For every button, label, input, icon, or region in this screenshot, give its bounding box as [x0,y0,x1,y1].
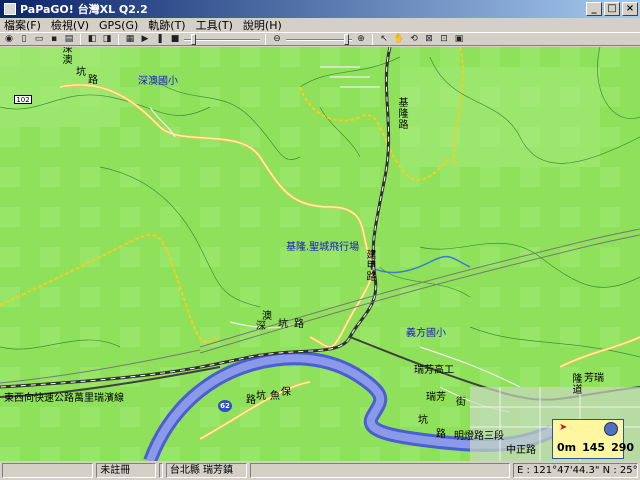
map-label: 坑 [418,415,428,426]
zoom-out-icon[interactable]: ⊖ [271,34,283,45]
route-number-tag: 102 [14,95,32,104]
map-label: 義方國小 [406,328,446,339]
map-label: 基隆路 [396,97,407,130]
play-icon[interactable]: ▶ [139,34,151,45]
pause-icon[interactable]: ❚ [154,34,166,45]
measure-icon[interactable]: ⊠ [423,34,435,45]
maximize-button[interactable]: □ [604,2,620,16]
print-icon[interactable]: ▤ [63,34,75,45]
map-label: 路 [246,395,256,406]
map-label: 魚 [270,391,280,402]
undo-icon[interactable]: ◧ [86,34,98,45]
map-label: 芳瑞 [584,373,604,384]
status-cell [158,463,163,478]
toolbar-separator [80,33,81,45]
heading-value: 290 [611,441,635,454]
scale-panel[interactable]: ➤ 0m 145 290 [552,419,634,459]
menu-file[interactable]: 檔案(F) [4,17,41,33]
status-cell [2,463,94,478]
redo-icon[interactable]: ◨ [101,34,113,45]
menu-track[interactable]: 軌跡(T) [148,17,185,33]
highway-shield: 62 [218,400,232,412]
open-icon[interactable]: ▭ [33,34,45,45]
scale-value: 145 [582,441,606,454]
window-controls: _ □ × [586,2,638,16]
compass-icon[interactable] [604,422,618,436]
find-icon[interactable]: ⊡ [438,34,450,45]
zoom-in-icon[interactable]: ⊕ [355,34,367,45]
map-label: 街 [456,397,466,408]
toolbar-separator [372,33,373,45]
map-view[interactable]: 102 62 深澳 坑 路 深澳國小 基隆路 基隆.聖城飛行場 建甲路 澳 深 … [0,47,640,461]
map-label: 瑞芳高工 [414,365,454,376]
fullscreen-icon[interactable]: ▣ [453,34,465,45]
minimize-button[interactable]: _ [586,2,602,16]
map-label: 路 [88,75,98,86]
menu-view[interactable]: 檢視(V) [51,17,89,33]
close-button[interactable]: × [622,2,638,16]
registration-status: 未註冊 [96,463,156,478]
map-label: 坑 [278,319,288,330]
map-label: 建甲路 [364,249,375,282]
map-label: 路 [294,319,304,330]
map-label: 保 [281,387,291,398]
map-label: 深 [256,321,266,332]
map-icon[interactable]: ▦ [124,34,136,45]
stop-icon[interactable]: ■ [169,34,181,45]
app-icon [4,3,16,15]
menu-gps[interactable]: GPS(G) [99,19,138,32]
zoom-slider[interactable] [286,33,352,45]
map-label: 隆道 [570,373,581,395]
map-label: 坑 [256,391,266,402]
scale-unit: 0m [557,441,577,454]
hand-icon[interactable]: ✋ [393,34,405,45]
globe-icon[interactable]: ◉ [3,34,15,45]
map-label: 東西向快速公路萬里瑞濱線 [4,393,124,404]
menu-bar: 檔案(F) 檢視(V) GPS(G) 軌跡(T) 工具(T) 說明(H) [0,17,640,33]
coordinates-status: E : 121°47'44.3" N : 25°07'03.1" [513,463,638,478]
map-label: 深澳國小 [138,76,178,87]
title-bar: PaPaGO! 台灣XL Q2.2 _ □ × [0,0,640,18]
map-label: 深澳 [60,47,71,65]
location-status: 台北縣 瑞芳鎮 [165,463,248,478]
status-bar: 未註冊 台北縣 瑞芳鎮 E : 121°47'44.3" N : 25°07'0… [0,461,640,480]
menu-help[interactable]: 說明(H) [243,17,282,33]
toolbar: ◉ ▯ ▭ ▪ ▤ ◧ ◨ ▦ ▶ ❚ ■ ⊖ ⊕ ↖ ✋ ⟲ ⊠ ⊡ ▣ [0,32,640,46]
status-cell [250,463,511,478]
playback-slider[interactable] [184,33,260,45]
zoom-slider-track [286,38,352,41]
toolbar-separator [118,33,119,45]
window-title: PaPaGO! 台灣XL Q2.2 [20,3,148,16]
zoom-slider-thumb[interactable] [344,33,349,45]
map-label: 瑞芳 [426,392,446,403]
map-label: 明燈路三段 [454,431,504,442]
map-label: 路 [436,429,446,440]
menu-tools[interactable]: 工具(T) [196,17,233,33]
navigation-icon: ➤ [559,422,568,433]
toolbar-separator [265,33,266,45]
map-label: 中正路 [506,445,536,456]
map-label: 坑 [76,67,86,78]
map-label: 基隆.聖城飛行場 [286,242,360,253]
save-icon[interactable]: ▪ [48,34,60,45]
rotate-icon[interactable]: ⟲ [408,34,420,45]
pointer-icon[interactable]: ↖ [378,34,390,45]
playback-slider-thumb[interactable] [191,33,196,45]
new-icon[interactable]: ▯ [18,34,30,45]
